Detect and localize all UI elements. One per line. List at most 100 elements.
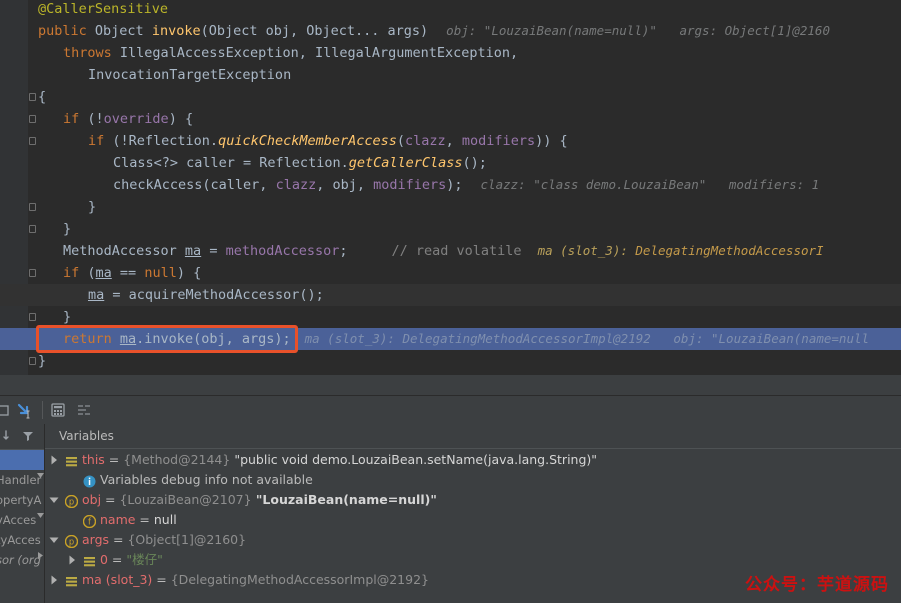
variable-name: obj [82,492,102,507]
watermark-text: 公众号：芋道源码 [745,575,889,595]
expand-triangle-icon[interactable] [67,555,77,565]
code-token: quickCheckMemberAccess [218,133,397,149]
variable-row[interactable]: p obj = {LouzaiBean@2107} "LouzaiBean(nam… [45,490,901,510]
inline-debug-hint: obj: "LouzaiBean(name=null)" args: Objec… [446,23,830,38]
run-to-cursor-icon[interactable] [16,402,32,419]
debugger-toolbar[interactable] [0,396,901,424]
code-token: clazz [405,133,446,149]
code-token: return [63,331,120,347]
code-token: ma [184,243,202,259]
code-lines: @CallerSensitive public Object invoke(Obj… [0,0,901,375]
code-line: ma = acquireMethodAccessor(); [0,284,901,306]
variable-ref: {LouzaiBean@2107} [119,492,252,507]
variable-text: obj = {LouzaiBean@2107} "LouzaiBean(name… [82,490,437,510]
variable-row[interactable]: p args = {Object[1]@2160} [45,530,901,550]
variable-value: Variables debug info not available [100,472,313,487]
code-token: modifiers [373,177,447,193]
parameter-icon: p [64,494,79,509]
frame-expander-1[interactable] [36,465,45,478]
code-token: ( [396,133,406,149]
code-token: (!Reflection. [112,133,219,149]
code-token: ma [119,331,137,347]
code-line: } [0,218,901,240]
code-token: )) { [535,133,568,149]
code-token: invoke [151,23,201,39]
variable-row[interactable]: this = {Method@2144} "public void demo.L… [45,450,901,470]
code-line: } [0,350,901,372]
code-token: checkAccess [113,177,203,193]
frame-expander-3[interactable] [36,545,45,559]
variable-name: this [82,452,105,467]
code-token: .invoke(obj, args); [136,331,291,347]
code-token: } [63,309,72,325]
svg-text:p: p [69,497,74,507]
code-line: return ma.invoke(obj, args); ma (slot_3):… [0,328,901,350]
variable-text: name = null [100,510,177,530]
code-token: public [38,23,95,39]
variable-text: ma (slot_3) = {DelegatingMethodAccessorI… [82,570,429,590]
code-token: , obj, [316,177,374,193]
code-line: Class<?> caller = Reflection.getCallerCl… [0,152,901,174]
code-token: if [63,111,88,127]
svg-text:f: f [88,517,92,527]
variable-equals: = [107,552,127,567]
settings-lines-icon[interactable] [76,402,92,418]
ide-debugger-screen: @CallerSensitive public Object invoke(Obj… [0,0,901,603]
expand-triangle-icon[interactable] [49,455,59,465]
debugger-panel: Handler opertyA yAcces tyAcces sor (org Vari… [0,375,901,603]
code-token: @CallerSensitive [38,1,169,17]
variable-ref: {DelegatingMethodAccessorImpl@2192} [170,572,429,587]
code-token: throws [63,45,120,61]
sort-icon[interactable] [2,428,16,442]
code-token: (caller, [202,177,276,193]
frame-label: yAcces [0,513,37,527]
variable-name: args [82,532,110,547]
code-token: = [201,243,226,259]
code-line: MethodAccessor ma = methodAccessor; // re… [0,240,901,262]
variable-value: "public void demo.LouzaiBean.setName(jav… [230,452,598,467]
variable-equals: = [135,512,154,527]
code-comment: // read volatile [391,243,522,259]
step-out-icon[interactable] [0,402,12,418]
code-token: } [88,199,97,215]
code-line: checkAccess(caller, clazz, obj, modifier… [0,174,901,196]
code-token: InvocationTargetException [88,67,292,83]
variable-text: this = {Method@2144} "public void demo.L… [82,450,597,470]
frame-expander-2[interactable] [36,505,45,518]
code-token: Class<?> caller = Reflection. [113,155,349,171]
variable-row[interactable]: 0 = "楼仔" [45,550,901,570]
evaluate-expression-icon[interactable] [50,402,66,418]
inline-debug-hint-selected: ma (slot_3): DelegatingMethodAccessorImp… [304,331,870,346]
code-line: public Object invoke(Object obj, Object.… [0,20,901,42]
variable-name: name [100,512,136,527]
frames-header [0,424,44,450]
code-token: , [445,133,462,149]
variable-value: "LouzaiBean(name=null)" [251,492,437,507]
code-line: if (ma == null) { [0,262,901,284]
code-line: if (!override) { [0,108,901,130]
code-line: } [0,196,901,218]
variable-ref: {Object[1]@2160} [127,532,247,547]
code-token: if [63,265,88,281]
code-token: modifiers [461,133,536,149]
variable-equals: = [152,572,171,587]
variable-row[interactable]: Variables debug info not available [45,470,901,490]
code-token: getCallerClass [348,155,463,171]
expand-triangle-icon[interactable] [49,575,59,585]
variable-row[interactable]: f name = null [45,510,901,530]
code-editor[interactable]: @CallerSensitive public Object invoke(Obj… [0,0,901,375]
code-token: ) { [176,265,202,281]
info-icon [83,474,96,488]
code-token: } [38,353,47,369]
code-token: Object [94,23,152,39]
variable-name: ma (slot_3) [82,572,153,587]
svg-text:p: p [69,537,74,547]
code-line: @CallerSensitive [0,0,901,20]
code-token: null [144,265,177,281]
collapse-triangle-icon[interactable] [49,495,59,505]
code-token: ma [88,287,105,303]
variable-name: 0 [100,552,108,567]
collapse-triangle-icon[interactable] [49,535,59,545]
inline-debug-hint-label: ma (slot_3): [537,243,636,258]
filter-icon[interactable] [21,428,35,442]
